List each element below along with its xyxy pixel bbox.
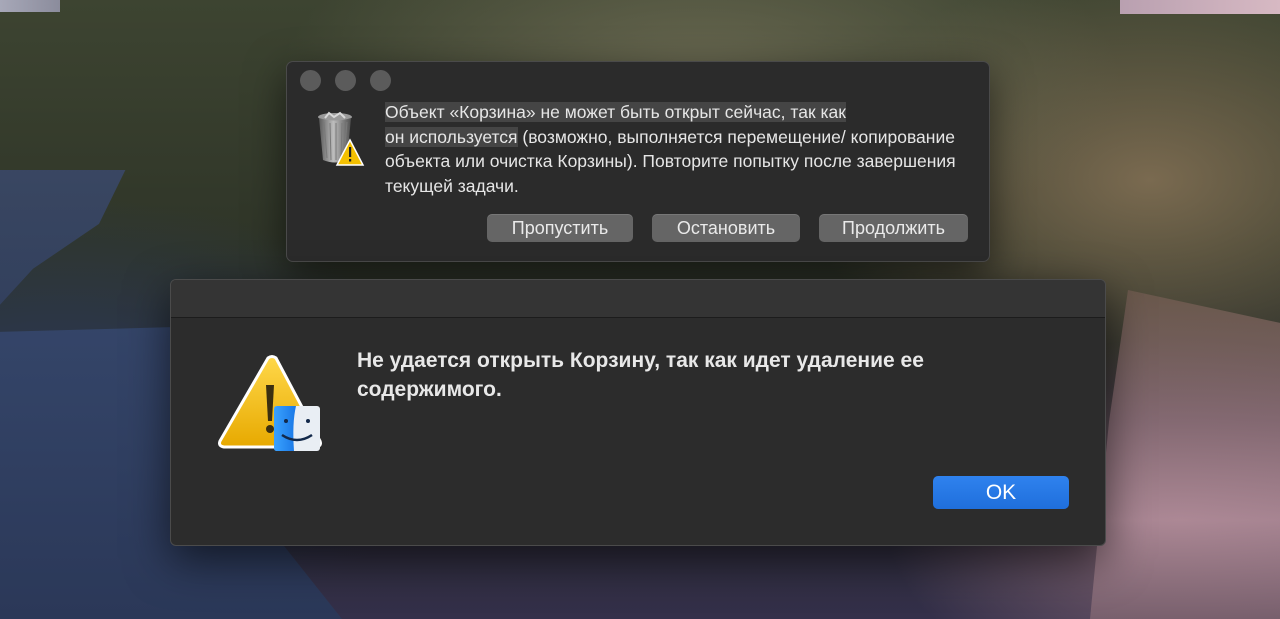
dialog1-message-selected-line2: он используется [385, 126, 518, 147]
dialog2-message: Не удается открыть Корзину, так как идет… [357, 349, 924, 401]
trash-warning-icon [318, 111, 365, 166]
ok-button[interactable]: OK [933, 476, 1069, 509]
cannot-open-trash-dialog: Не удается открыть Корзину, так как идет… [170, 279, 1106, 546]
minimize-window-button[interactable] [335, 70, 356, 91]
continue-button[interactable]: Продолжить [819, 214, 968, 242]
warning-finder-icon [218, 355, 322, 451]
dialog2-titlebar [171, 280, 1105, 318]
wallpaper-sky-right [1120, 0, 1280, 14]
dialog1-button-row: Пропустить Остановить Продолжить [487, 214, 968, 242]
dialog1-message: Объект «Корзина» не может быть открыт се… [385, 100, 975, 198]
wallpaper-rocks [1090, 290, 1280, 619]
zoom-window-button[interactable] [370, 70, 391, 91]
wallpaper-sky-left [0, 0, 60, 12]
close-window-button[interactable] [300, 70, 321, 91]
skip-button[interactable]: Пропустить [487, 214, 633, 242]
dialog1-message-selected-line1: Объект «Корзина» не может быть открыт се… [385, 102, 846, 122]
window-controls [300, 70, 391, 91]
stop-button[interactable]: Остановить [652, 214, 800, 242]
trash-in-use-dialog: Объект «Корзина» не может быть открыт се… [286, 61, 990, 262]
